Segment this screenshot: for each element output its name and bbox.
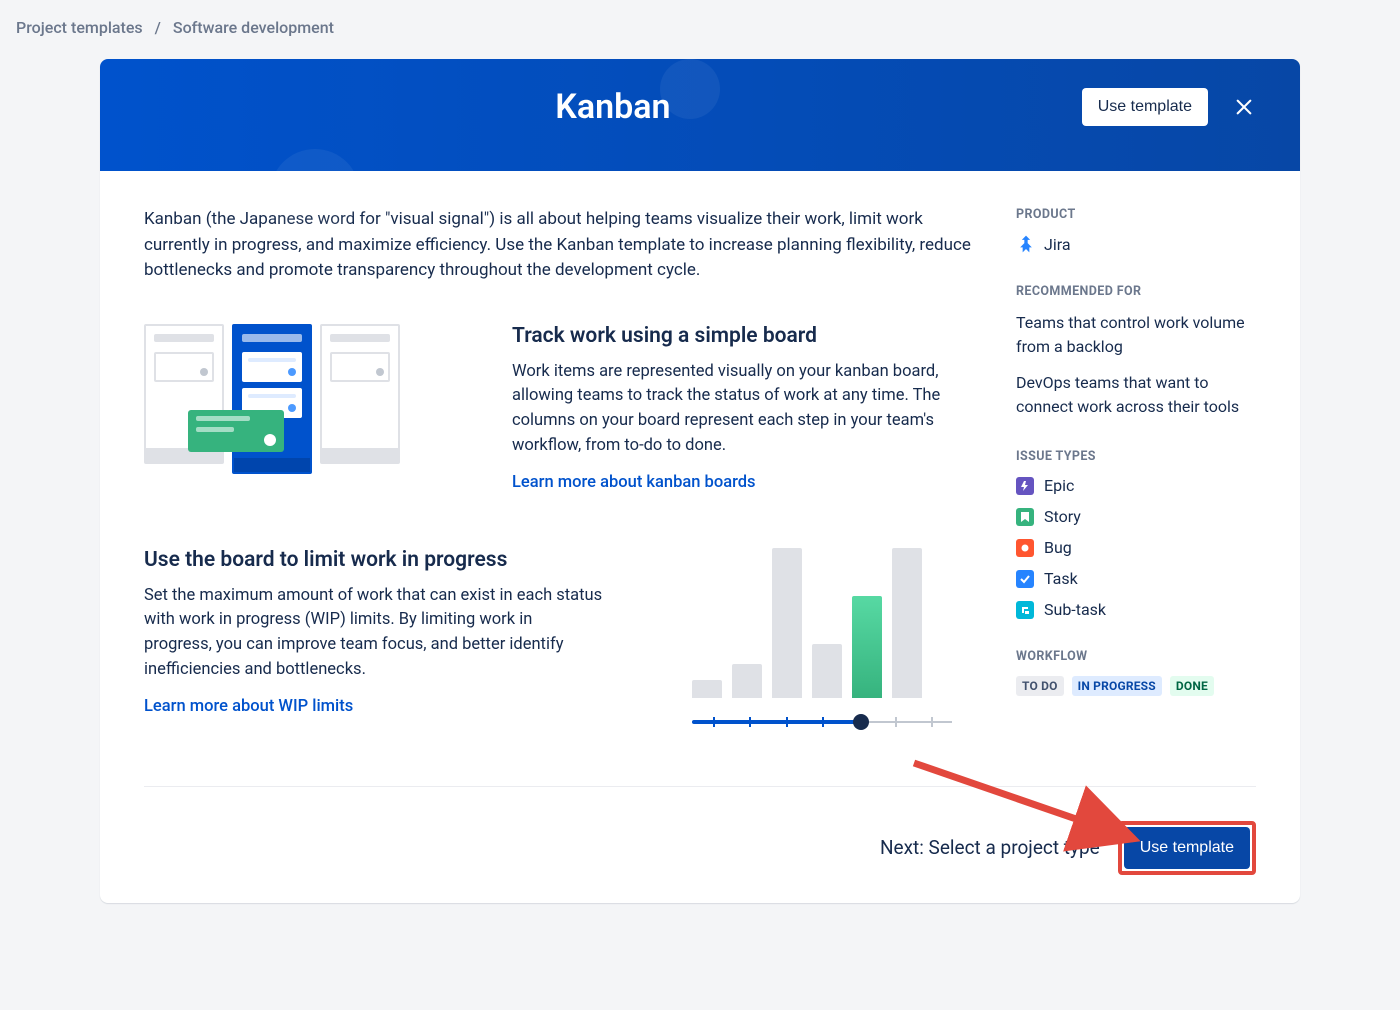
breadcrumb-root[interactable]: Project templates: [16, 18, 143, 37]
kanban-board-illustration: [144, 324, 464, 484]
issue-type-name: Task: [1044, 569, 1078, 588]
footer: Next: Select a project type Use template: [144, 786, 1256, 903]
recommended-item: DevOps teams that want to connect work a…: [1016, 371, 1256, 419]
annotation-arrow-icon: [904, 753, 1164, 863]
workflow-status-in-progress: IN PROGRESS: [1072, 676, 1162, 696]
issue-type-row: Epic: [1016, 476, 1256, 495]
issue-types-label: ISSUE TYPES: [1016, 449, 1256, 464]
feature-title: Track work using a simple board: [512, 324, 972, 348]
template-detail-card: Kanban Use template Kanban (the Japanese…: [100, 59, 1300, 903]
learn-more-kanban-link[interactable]: Learn more about kanban boards: [512, 473, 756, 492]
workflow-status-done: DONE: [1170, 676, 1214, 696]
breadcrumb-separator: /: [155, 18, 161, 37]
recommended-label: RECOMMENDED FOR: [1016, 284, 1256, 299]
issue-type-icon: [1016, 477, 1034, 495]
hero: Kanban Use template: [100, 59, 1300, 171]
breadcrumb-current: Software development: [173, 18, 334, 37]
product-name: Jira: [1044, 235, 1071, 254]
issue-type-icon: [1016, 508, 1034, 526]
issue-type-row: Sub-task: [1016, 600, 1256, 619]
page-title: Kanban: [555, 87, 670, 127]
breadcrumb: Project templates / Software development: [0, 0, 1400, 51]
issue-type-name: Story: [1044, 507, 1081, 526]
wip-chart-illustration: [652, 548, 972, 730]
intro-text: Kanban (the Japanese word for "visual si…: [144, 207, 972, 284]
feature-wip-limits: Use the board to limit work in progress …: [144, 548, 972, 730]
issue-type-row: Task: [1016, 569, 1256, 588]
learn-more-wip-link[interactable]: Learn more about WIP limits: [144, 697, 353, 716]
feature-body: Work items are represented visually on y…: [512, 360, 972, 459]
issue-type-icon: [1016, 601, 1034, 619]
workflow-status-todo: TO DO: [1016, 676, 1064, 696]
product-label: PRODUCT: [1016, 207, 1256, 222]
issue-type-row: Bug: [1016, 538, 1256, 557]
issue-type-name: Bug: [1044, 538, 1072, 557]
sidebar: PRODUCT Jira RECOMMENDED FOR Teams that …: [1016, 207, 1256, 786]
recommended-item: Teams that control work volume from a ba…: [1016, 311, 1256, 359]
feature-title: Use the board to limit work in progress: [144, 548, 604, 572]
feature-body: Set the maximum amount of work that can …: [144, 584, 604, 683]
issue-type-name: Sub-task: [1044, 600, 1106, 619]
jira-icon: [1016, 234, 1036, 254]
close-icon[interactable]: [1232, 95, 1256, 119]
issue-type-name: Epic: [1044, 476, 1074, 495]
use-template-button-top[interactable]: Use template: [1082, 88, 1208, 126]
issue-type-row: Story: [1016, 507, 1256, 526]
workflow-label: WORKFLOW: [1016, 649, 1256, 664]
issue-type-icon: [1016, 570, 1034, 588]
issue-type-icon: [1016, 539, 1034, 557]
feature-track-work: Track work using a simple board Work ite…: [144, 324, 972, 492]
